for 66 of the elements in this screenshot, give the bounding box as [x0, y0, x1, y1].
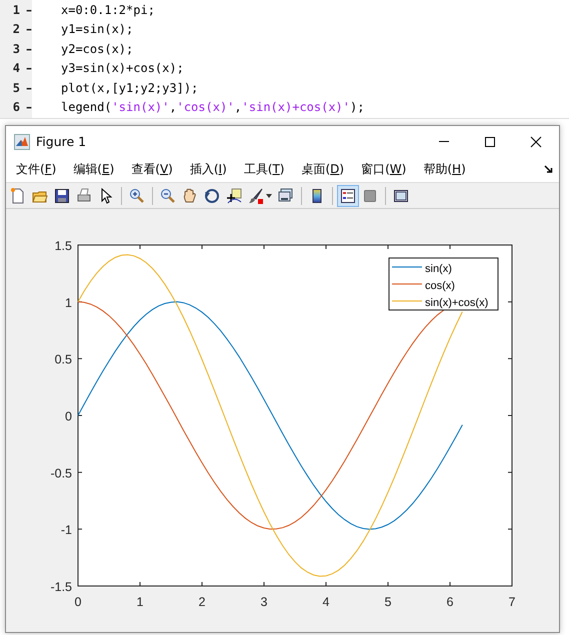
menu-item[interactable]: 帮助(H)	[417, 161, 472, 178]
breakpoint-marker[interactable]: –	[22, 80, 36, 95]
breakpoint-marker[interactable]: –	[22, 2, 36, 17]
breakpoint-marker[interactable]: –	[22, 61, 36, 76]
line-number: 3	[12, 42, 20, 56]
save-icon	[54, 188, 70, 204]
legend-label: sin(x)	[425, 263, 452, 275]
line-number: 5	[12, 80, 20, 95]
code-line: y3=sin(x)+cos(x);	[61, 61, 184, 76]
legend-icon	[340, 188, 356, 204]
line-number: 1	[12, 2, 20, 17]
y-tick-label: -1.5	[50, 580, 72, 594]
code-line: y1=sin(x);	[61, 22, 134, 36]
x-tick-label: 3	[260, 595, 268, 609]
legend-label: sin(x)+cos(x)	[425, 297, 488, 309]
code-line: legend('sin(x)','cos(x)','sin(x)+cos(x)');	[61, 100, 364, 114]
x-tick-label: 6	[446, 595, 454, 609]
x-tick-label: 4	[322, 595, 330, 609]
menu-item[interactable]: 文件(F)	[10, 161, 62, 178]
close-icon	[530, 136, 542, 148]
y-tick-label: -0.5	[50, 466, 72, 480]
y-tick-label: 1.5	[54, 239, 72, 253]
menu-item[interactable]: 编辑(E)	[67, 161, 120, 178]
square-icon	[362, 188, 378, 204]
legend-label: cos(x)	[425, 280, 455, 292]
line-number: 4	[12, 61, 20, 76]
x-tick-label: 1	[136, 595, 144, 609]
x-tick-label: 0	[74, 595, 82, 609]
legend-line-sample	[392, 300, 422, 302]
menu-item[interactable]: 插入(I)	[184, 161, 233, 178]
legend-line-sample	[392, 266, 422, 268]
menu-item[interactable]: 查看(V)	[125, 161, 179, 178]
breakpoint-marker[interactable]: –	[22, 42, 36, 56]
y-tick-label: 1	[65, 296, 72, 310]
window-icon	[393, 188, 409, 204]
new-file-icon	[10, 188, 26, 204]
print-icon	[76, 188, 92, 204]
hand-icon	[182, 188, 198, 204]
app-icon	[14, 134, 30, 150]
menu-item[interactable]: 桌面(D)	[295, 161, 350, 178]
rotate-icon	[204, 188, 220, 204]
code-line: y2=cos(x);	[61, 42, 134, 56]
code-line: plot(x,[y1;y2;y3]);	[61, 80, 198, 95]
code-line: x=0:0.1:2*pi;	[61, 2, 155, 17]
y-tick-label: -1	[60, 523, 72, 538]
breakpoint-marker[interactable]: –	[22, 22, 36, 36]
minimize-icon	[439, 141, 449, 142]
dock-arrow-icon[interactable]	[544, 165, 553, 174]
legend-tool-button[interactable]	[337, 184, 359, 206]
y-tick-label: 0	[65, 410, 72, 424]
data-cursor-icon	[226, 188, 242, 204]
x-tick-label: 7	[508, 595, 516, 609]
line-number: 2	[12, 22, 20, 36]
window-title: Figure 1	[36, 134, 86, 149]
brush-icon	[248, 188, 264, 204]
caret-icon	[266, 194, 272, 198]
x-tick-label: 2	[198, 595, 206, 609]
x-tick-label: 5	[384, 595, 392, 609]
zoom-out-icon	[160, 188, 176, 204]
menu-item[interactable]: 窗口(W)	[355, 161, 412, 178]
line-number: 6	[12, 100, 20, 114]
zoom-in-icon	[129, 188, 145, 204]
menu-item[interactable]: 工具(T)	[238, 161, 290, 178]
maximize-icon	[484, 136, 496, 148]
y-tick-label: 0.5	[54, 352, 72, 367]
breakpoint-marker[interactable]: –	[22, 100, 36, 114]
